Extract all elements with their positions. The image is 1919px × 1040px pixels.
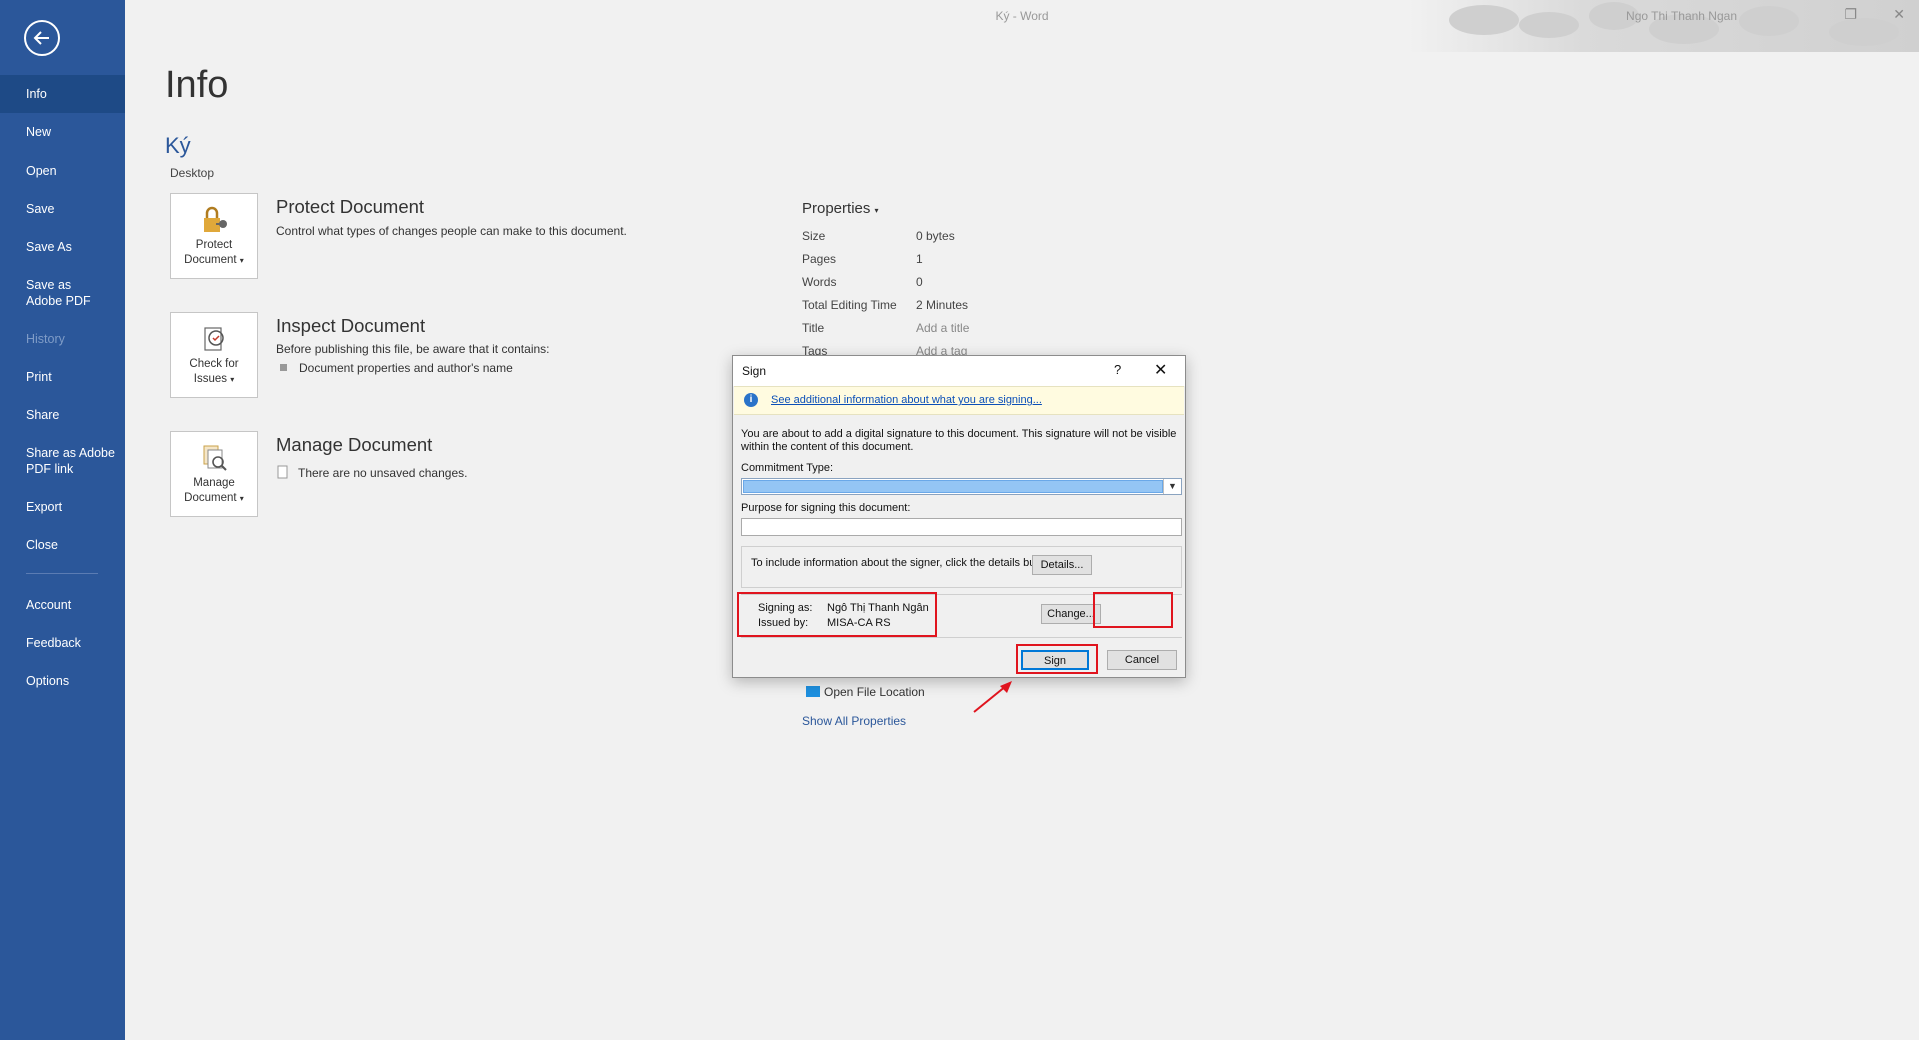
nav-item-save-as[interactable]: Save As	[0, 239, 125, 255]
info-icon: i	[744, 393, 758, 407]
chevron-down-icon: ▾	[239, 256, 244, 265]
prop-label-size: Size	[802, 229, 826, 243]
protect-document-title: Protect Document	[276, 196, 425, 217]
inspect-document-bullet-text: Document properties and author's name	[299, 361, 513, 375]
open-file-location-text: Open File Location	[824, 685, 925, 699]
prop-label-words: Words	[802, 275, 837, 289]
additional-info-link[interactable]: See additional information about what yo…	[771, 394, 1042, 406]
commitment-type-value	[743, 480, 1163, 493]
nav-item-new[interactable]: New	[0, 124, 125, 140]
signature-message: You are about to add a digital signature…	[741, 428, 1177, 453]
change-button[interactable]: Change...	[1041, 604, 1101, 624]
manage-document-desc: There are no unsaved changes.	[276, 465, 467, 480]
close-icon[interactable]: ✕	[1154, 360, 1167, 380]
lock-key-icon	[204, 206, 227, 232]
chevron-down-icon: ▾	[230, 375, 235, 384]
nav-item-history: History	[26, 332, 65, 346]
nav-divider	[26, 573, 98, 574]
highlight-sign-button	[1016, 644, 1098, 674]
prop-value-size: 0 bytes	[916, 229, 955, 243]
manage-document-title: Manage Document	[276, 434, 433, 455]
prop-value-words: 0	[916, 275, 923, 289]
show-all-properties-link[interactable]: Show All Properties	[802, 714, 906, 728]
manage-document-label-1: Manage	[193, 477, 235, 489]
document-icon	[277, 465, 288, 479]
open-file-location-link[interactable]: Open File Location	[806, 685, 925, 699]
properties-header[interactable]: Properties ▾	[802, 200, 879, 217]
chevron-down-icon[interactable]: ▼	[1163, 479, 1181, 494]
nav-item-export[interactable]: Export	[0, 499, 125, 515]
dialog-title-bar: Sign ? ✕	[733, 356, 1185, 386]
document-name: Ký	[165, 133, 191, 158]
prop-label-pages: Pages	[802, 252, 837, 266]
signer-details-group: To include information about the signer,…	[741, 546, 1182, 588]
manage-document-icon	[203, 445, 227, 471]
inspect-document-bullet: Document properties and author's name	[280, 361, 513, 375]
help-icon[interactable]: ?	[1114, 362, 1121, 377]
protect-document-button[interactable]: Protect Document ▾	[170, 193, 258, 279]
commitment-type-label: Commitment Type:	[741, 462, 834, 474]
highlight-signing-info	[737, 592, 937, 637]
prop-value-editing-time: 2 Minutes	[916, 298, 969, 312]
nav-item-feedback[interactable]: Feedback	[0, 635, 125, 651]
check-for-issues-label-2: Issues	[193, 373, 228, 385]
prop-value-pages: 1	[916, 252, 923, 266]
commitment-type-select[interactable]: ▼	[741, 478, 1182, 495]
manage-document-label-2: Document	[184, 492, 237, 504]
properties-title: Properties	[802, 200, 871, 217]
highlight-change-button	[1093, 592, 1173, 628]
inspect-document-icon	[204, 327, 224, 351]
details-button[interactable]: Details...	[1032, 555, 1092, 575]
dialog-title: Sign	[742, 364, 767, 378]
restore-window-icon[interactable]: ❐	[1844, 6, 1857, 23]
nav-item-info[interactable]: Info	[0, 75, 125, 113]
nav-item-options[interactable]: Options	[0, 673, 125, 689]
nav-item-account[interactable]: Account	[0, 597, 125, 613]
inspect-document-title: Inspect Document	[276, 315, 426, 336]
close-window-icon[interactable]: ✕	[1893, 6, 1905, 23]
inspect-document-desc: Before publishing this file, be aware th…	[276, 342, 550, 356]
protect-document-label-1: Protect	[195, 239, 233, 251]
purpose-label: Purpose for signing this document:	[741, 502, 911, 514]
chevron-down-icon: ▾	[874, 206, 879, 215]
details-instruction: To include information about the signer,…	[751, 557, 1057, 569]
info-bar: i See additional information about what …	[734, 386, 1184, 415]
nav-item-open[interactable]: Open	[0, 163, 125, 179]
prop-label-title: Title	[802, 321, 825, 335]
document-location[interactable]: Desktop	[170, 166, 214, 180]
cancel-button[interactable]: Cancel	[1107, 650, 1177, 670]
purpose-input[interactable]	[741, 518, 1182, 536]
protect-document-desc: Control what types of changes people can…	[276, 224, 627, 238]
bullet-icon	[280, 364, 287, 371]
prop-value-title[interactable]: Add a title	[916, 321, 969, 335]
nav-item-save-as-adobe-pdf[interactable]: Save as Adobe PDF	[0, 277, 110, 309]
back-arrow-icon[interactable]	[24, 20, 60, 56]
check-for-issues-button[interactable]: Check for Issues ▾	[170, 312, 258, 398]
nav-item-save[interactable]: Save	[0, 201, 125, 217]
nav-item-close[interactable]: Close	[0, 537, 125, 553]
nav-item-share-adobe-pdf-link[interactable]: Share as Adobe PDF link	[0, 445, 115, 477]
folder-icon	[806, 686, 820, 697]
protect-document-label-2: Document	[184, 254, 237, 266]
page-title: Info	[165, 64, 229, 106]
nav-item-share[interactable]: Share	[0, 407, 125, 423]
prop-label-editing-time: Total Editing Time	[802, 298, 897, 312]
check-for-issues-label-1: Check for	[189, 358, 239, 370]
backstage-nav: Info New Open Save Save As Save as Adobe…	[0, 0, 125, 1040]
chevron-down-icon: ▾	[239, 494, 244, 503]
user-name[interactable]: Ngo Thi Thanh Ngan	[1626, 9, 1737, 23]
annotation-arrow-icon	[973, 681, 1012, 713]
title-bar: Ký - Word Ngo Thi Thanh Ngan ❐ ✕	[125, 0, 1919, 52]
manage-document-desc-text: There are no unsaved changes.	[298, 466, 468, 480]
title-bar-decoration	[1409, 0, 1919, 52]
nav-item-print[interactable]: Print	[0, 369, 125, 385]
manage-document-button[interactable]: Manage Document ▾	[170, 431, 258, 517]
